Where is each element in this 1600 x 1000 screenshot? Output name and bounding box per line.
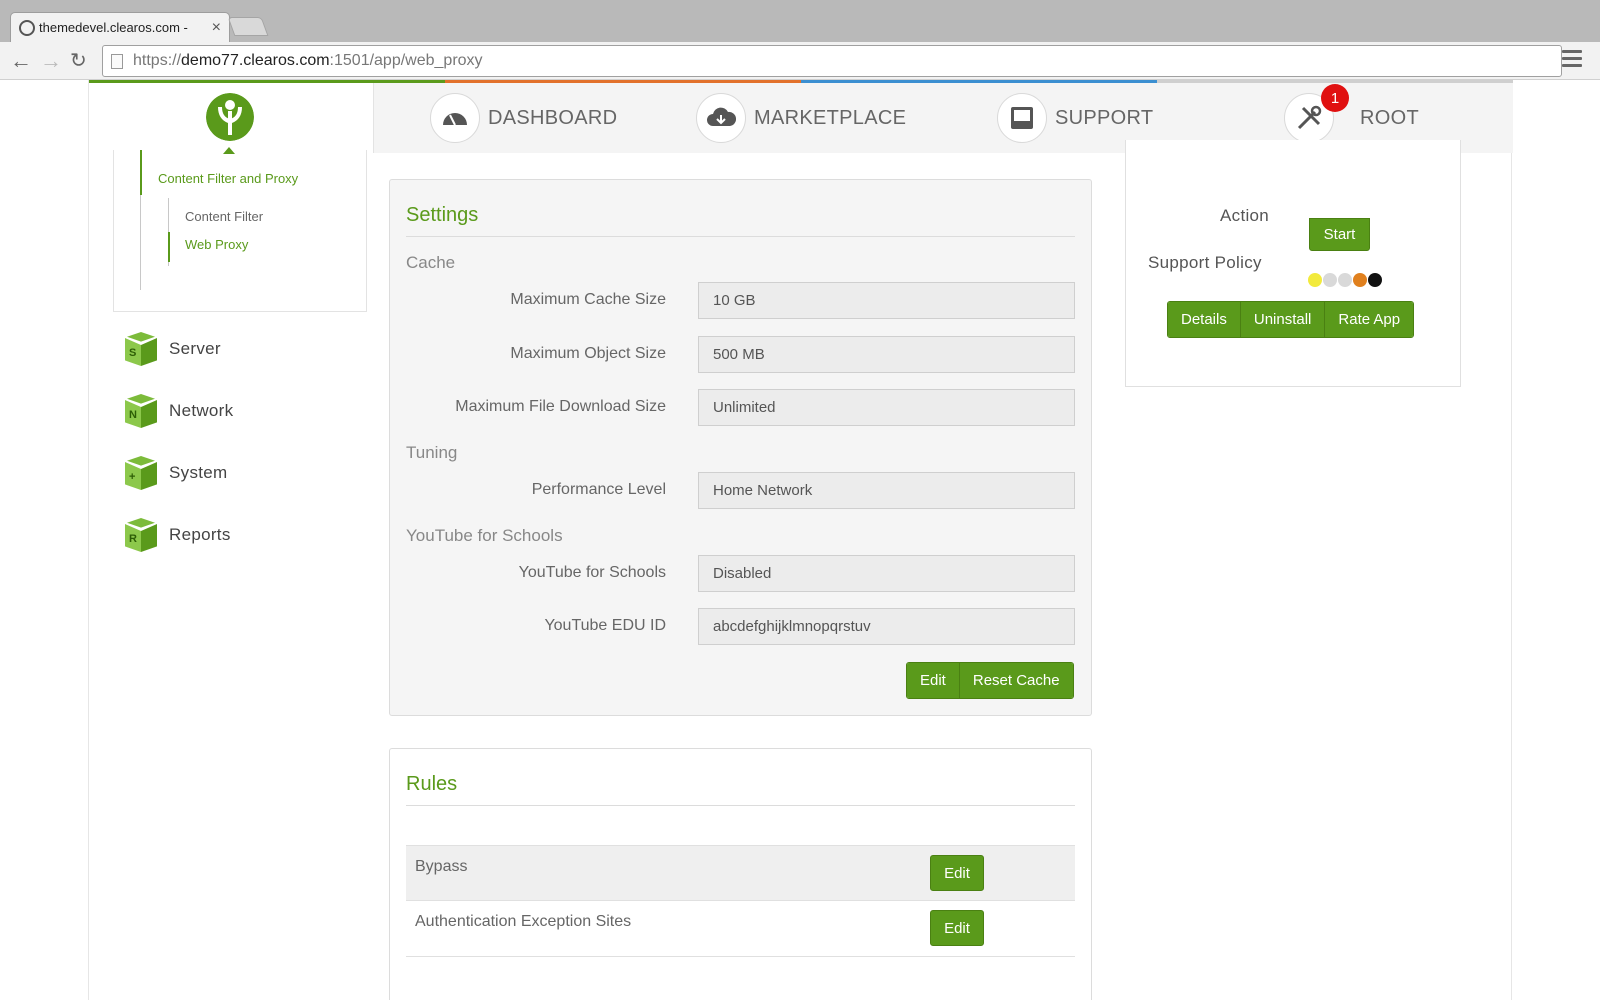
max-file-download-size-field: Unlimited [698,389,1075,426]
tools-icon: 1 [1284,84,1349,143]
sidebar-item-server[interactable]: S Server [125,332,221,366]
nav-marketplace[interactable]: MARKETPLACE [696,91,906,145]
tree-line-active [140,150,142,195]
settings-panel: Settings Cache Maximum Cache Size 10 GB … [389,179,1092,716]
max-cache-size-field: 10 GB [698,282,1075,319]
url-path: :1501/app/web_proxy [329,52,483,69]
cloud-download-icon [696,93,746,143]
field-label: YouTube for Schools [518,564,666,581]
divider [406,805,1075,806]
divider [406,236,1075,237]
sidebar-item-label: Server [169,339,221,358]
notification-badge[interactable]: 1 [1321,84,1349,112]
auth-exception-edit-button[interactable]: Edit [930,910,984,946]
site-favicon-icon [19,19,35,36]
sidebar-item-reports[interactable]: R Reports [125,518,231,552]
tree-line-sub-active [168,232,170,262]
sidebar-item-label: System [169,463,228,482]
cache-heading: Cache [406,253,456,272]
browser-menu-icon[interactable] [1562,50,1582,71]
uninstall-button[interactable]: Uninstall [1240,302,1326,337]
policy-dot [1308,273,1322,287]
table-row: Authentication Exception Sites Edit [406,901,1075,957]
url-scheme: https:// [133,52,182,69]
subnav-tree: Content Filter and Proxy Content Filter … [113,150,367,312]
sidebar-item-label: Network [169,401,234,420]
dashboard-gauge-icon [430,93,480,143]
policy-dot [1353,273,1367,287]
nav-marketplace-label: MARKETPLACE [754,106,907,129]
new-tab-button[interactable] [227,17,269,36]
url-host: demo77.clearos.com [181,52,330,69]
system-cube-icon: + [125,456,157,490]
field-label: Maximum Object Size [510,345,666,362]
reset-cache-button[interactable]: Reset Cache [959,663,1073,698]
nav-dashboard-label: DASHBOARD [488,106,618,129]
details-button[interactable]: Details [1168,302,1241,337]
subnav-content-filter[interactable]: Content Filter [185,209,263,224]
page-icon [111,53,123,69]
sidebar-item-system[interactable]: + System [125,456,227,490]
policy-dot [1338,273,1352,287]
settings-title: Settings [406,204,479,226]
rules-title: Rules [406,773,458,795]
back-arrow-icon[interactable]: ← [10,48,32,74]
field-label: YouTube EDU ID [544,617,666,634]
sidebar-item-network[interactable]: N Network [125,394,233,428]
sidebar-item-label: Reports [169,525,231,544]
rule-name: Bypass [415,858,468,875]
rules-panel: Rules Bypass Edit Authentication Excepti… [389,748,1092,1000]
inbox-icon [997,93,1047,143]
network-cube-icon: N [125,394,157,428]
forward-arrow-icon[interactable]: → [40,48,62,74]
max-object-size-field: 500 MB [698,336,1075,373]
address-bar[interactable]: https://demo77.clearos.com:1501/app/web_… [102,45,1562,77]
nav-root[interactable]: 1 ROOT [1284,84,1419,145]
server-cube-icon: S [125,332,157,366]
rate-app-button[interactable]: Rate App [1325,302,1414,337]
policy-dot [1323,273,1337,287]
rule-name: Authentication Exception Sites [415,913,632,930]
policy-dot [1368,273,1382,287]
field-label: Maximum Cache Size [510,291,666,308]
reload-icon[interactable]: ↻ [70,48,87,74]
settings-button-group: Edit Reset Cache [906,662,1074,699]
clearos-logo-icon[interactable] [206,93,254,141]
page: DASHBOARD MARKETPLACE SUPPORT 1 ROOT Con… [88,80,1513,1000]
youtube-heading: YouTube for Schools [406,526,563,545]
nav-support-label: SUPPORT [1055,106,1154,129]
browser-tab-title: themedevel.clearos.com - [39,20,188,35]
subnav-web-proxy[interactable]: Web Proxy [185,237,248,252]
browser-tabstrip: themedevel.clearos.com - × [0,0,1600,42]
nav-dashboard[interactable]: DASHBOARD [430,91,617,145]
field-label: Maximum File Download Size [455,398,666,415]
youtube-for-schools-field: Disabled [698,555,1075,592]
support-policy-indicator [1308,273,1383,287]
sidebar: Content Filter and Proxy Content Filter … [113,150,373,1000]
nav-root-label: ROOT [1360,106,1419,129]
tuning-heading: Tuning [406,443,458,462]
bypass-edit-button[interactable]: Edit [930,855,984,891]
close-tab-icon[interactable]: × [212,19,221,37]
reports-cube-icon: R [125,518,157,552]
support-policy-label: Support Policy [1148,253,1262,272]
browser-toolbar: ← → ↻ https://demo77.clearos.com:1501/ap… [0,42,1600,80]
subnav-content-filter-and-proxy[interactable]: Content Filter and Proxy [158,171,298,186]
action-label: Action [1220,206,1270,225]
table-row: Bypass Edit [406,845,1075,901]
performance-level-field: Home Network [698,472,1075,509]
edit-button[interactable]: Edit [907,663,960,698]
youtube-edu-id-field: abcdefghijklmnopqrstuv [698,608,1075,645]
nav-support[interactable]: SUPPORT [997,91,1153,145]
browser-tab[interactable]: themedevel.clearos.com - × [10,12,230,42]
field-label: Performance Level [531,481,666,498]
start-button[interactable]: Start [1309,218,1370,251]
app-info-box: Action Start Support Policy Details Unin… [1125,140,1461,387]
app-actions-button-group: Details Uninstall Rate App [1167,301,1415,338]
